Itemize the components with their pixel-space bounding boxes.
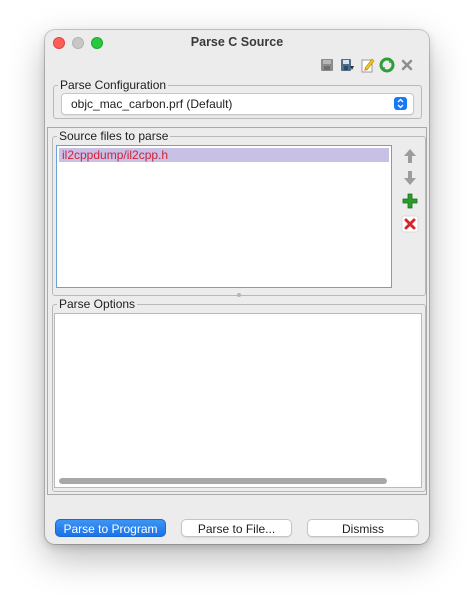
title-bar: Parse C Source	[45, 30, 429, 55]
parse-configuration-group: Parse Configuration objc_mac_carbon.prf …	[53, 78, 422, 119]
add-icon	[402, 193, 418, 209]
toolbar	[319, 57, 415, 73]
save-icon[interactable]	[319, 57, 335, 73]
refresh-icon[interactable]	[379, 57, 395, 73]
parse-options-legend: Parse Options	[57, 297, 138, 311]
move-down-button[interactable]	[400, 168, 420, 188]
source-files-list[interactable]: il2cppdump/il2cpp.h	[56, 145, 392, 288]
list-item[interactable]: il2cppdump/il2cpp.h	[59, 148, 389, 162]
source-files-legend: Source files to parse	[57, 129, 171, 143]
move-down-icon	[404, 171, 416, 185]
parse-configuration-value: objc_mac_carbon.prf (Default)	[71, 97, 233, 111]
parse-options-area[interactable]	[54, 313, 422, 488]
delete-icon[interactable]	[399, 57, 415, 73]
clear-icon[interactable]	[359, 57, 375, 73]
window-title: Parse C Source	[190, 35, 284, 49]
parse-configuration-select[interactable]: objc_mac_carbon.prf (Default)	[61, 93, 414, 115]
parse-configuration-legend: Parse Configuration	[58, 78, 169, 92]
remove-icon	[401, 215, 419, 233]
add-file-button[interactable]	[400, 191, 420, 211]
horizontal-scrollbar-thumb[interactable]	[59, 478, 387, 484]
parse-to-program-button[interactable]: Parse to Program	[55, 519, 166, 537]
save-as-icon[interactable]	[339, 57, 355, 73]
parse-c-source-window: Parse C Source Parse Configuration objc_…	[45, 30, 429, 544]
remove-file-button[interactable]	[400, 214, 420, 234]
splitter-handle[interactable]	[237, 293, 241, 297]
chevron-up-down-icon	[394, 97, 407, 110]
dismiss-button[interactable]: Dismiss	[307, 519, 419, 537]
move-up-icon	[404, 149, 416, 163]
horizontal-scrollbar[interactable]	[57, 478, 419, 485]
move-up-button[interactable]	[400, 146, 420, 166]
parse-to-file-button[interactable]: Parse to File...	[181, 519, 292, 537]
source-panel: Source files to parse il2cppdump/il2cpp.…	[47, 127, 427, 495]
